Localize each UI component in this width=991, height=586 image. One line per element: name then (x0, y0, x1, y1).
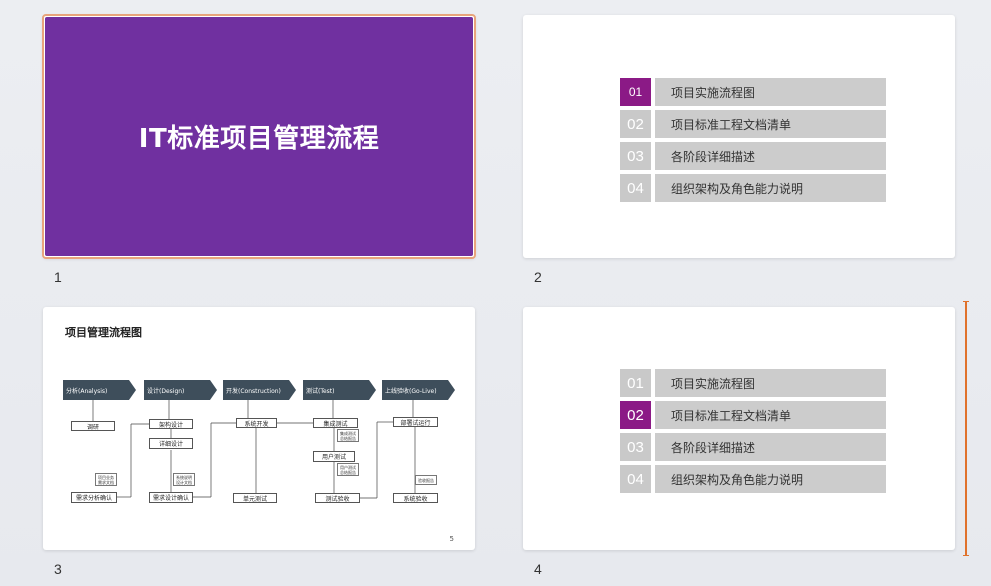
toc-item: 04 组织架构及角色能力说明 (620, 465, 886, 493)
slide-number-2: 2 (534, 269, 542, 285)
toc-number: 02 (620, 401, 651, 429)
note-line: 总结报告 (340, 435, 356, 441)
doc-note-go-live: 验收报告 (415, 475, 437, 485)
toc-label: 项目标准工程文档清单 (655, 110, 886, 138)
toc-item: 03 各阶段详细描述 (620, 433, 886, 461)
flow-box-sys-accept: 系统验收 (393, 493, 438, 503)
scrollbar-cap-bottom (963, 555, 969, 556)
slide-thumbnail-1[interactable]: IT标准项目管理流程 (42, 14, 476, 259)
scrollbar[interactable] (963, 301, 969, 556)
toc-label: 组织架构及角色能力说明 (655, 465, 886, 493)
flow-box-arch-design: 架构设计 (149, 419, 193, 429)
flow-box-deploy: 部署试运行 (393, 417, 438, 427)
toc-item: 04 组织架构及角色能力说明 (620, 174, 886, 202)
doc-note-req: 项目业务 需求文档 (95, 473, 117, 486)
toc-number: 03 (620, 142, 651, 170)
toc-item: 01 项目实施流程图 (620, 369, 886, 397)
toc-label: 项目标准工程文档清单 (655, 401, 886, 429)
phase-go-live: 上线验收(Go-Live) (382, 380, 455, 400)
toc-label: 各阶段详细描述 (655, 433, 886, 461)
toc-item: 03 各阶段详细描述 (620, 142, 886, 170)
note-line: 需求文档 (98, 479, 114, 485)
toc-number: 04 (620, 465, 651, 493)
toc-number: 02 (620, 110, 651, 138)
flow-box-test-accept: 测试验收 (315, 493, 360, 503)
doc-note-integration: 集成测试 总结报告 (337, 429, 359, 442)
toc-label: 项目实施流程图 (655, 369, 886, 397)
slide-number-1: 1 (54, 269, 62, 285)
toc-number: 01 (620, 369, 651, 397)
toc-number: 01 (620, 78, 651, 106)
slide-thumbnail-2[interactable]: 01 项目实施流程图 02 项目标准工程文档清单 03 各阶段详细描述 04 组… (523, 15, 955, 258)
toc-label: 组织架构及角色能力说明 (655, 174, 886, 202)
toc-number: 03 (620, 433, 651, 461)
note-line: 设计文档 (176, 479, 192, 485)
flow-box-research: 调研 (71, 421, 115, 431)
note-line: 总结报告 (340, 469, 356, 475)
flow-box-unit-test: 单元测试 (233, 493, 277, 503)
toc-list: 01 项目实施流程图 02 项目标准工程文档清单 03 各阶段详细描述 04 组… (620, 369, 886, 497)
toc-label: 项目实施流程图 (655, 78, 886, 106)
slide-thumbnail-4[interactable]: 01 项目实施流程图 02 项目标准工程文档清单 03 各阶段详细描述 04 组… (523, 307, 955, 550)
title-slide-background: IT标准项目管理流程 (45, 17, 473, 256)
flow-box-req-confirm: 需求分析确认 (71, 492, 117, 503)
doc-note-design: 系统说明 设计文档 (173, 473, 195, 486)
toc-number: 04 (620, 174, 651, 202)
slide-number-4: 4 (534, 561, 542, 577)
slide-number-3: 3 (54, 561, 62, 577)
phase-construction: 开发(Construction) (223, 380, 296, 400)
flow-box-user-test: 用户测试 (313, 451, 355, 462)
flow-box-integration-test: 集成测试 (313, 418, 358, 428)
slide-title: IT标准项目管理流程 (138, 124, 380, 154)
phase-test: 测试(Test) (303, 380, 376, 400)
toc-label: 各阶段详细描述 (655, 142, 886, 170)
toc-item: 02 项目标准工程文档清单 (620, 401, 886, 429)
doc-note-user-test: 用户测试 总结报告 (337, 463, 359, 476)
flow-box-detail-design: 详细设计 (149, 438, 193, 449)
toc-item: 02 项目标准工程文档清单 (620, 110, 886, 138)
slide-thumbnail-3[interactable]: 项目管理流程图 分析(Analysis) 设计(Design) 开发(Const… (43, 307, 475, 550)
scrollbar-cap-top (963, 301, 969, 302)
toc-list: 01 项目实施流程图 02 项目标准工程文档清单 03 各阶段详细描述 04 组… (620, 78, 886, 206)
toc-item: 01 项目实施流程图 (620, 78, 886, 106)
note-line: 验收报告 (418, 477, 434, 483)
phase-analysis: 分析(Analysis) (63, 380, 136, 400)
flow-box-design-confirm: 需求设计确认 (149, 492, 193, 503)
phase-design: 设计(Design) (144, 380, 217, 400)
slide-page-number: 5 (449, 535, 454, 543)
flow-box-sys-dev: 系统开发 (236, 418, 277, 428)
